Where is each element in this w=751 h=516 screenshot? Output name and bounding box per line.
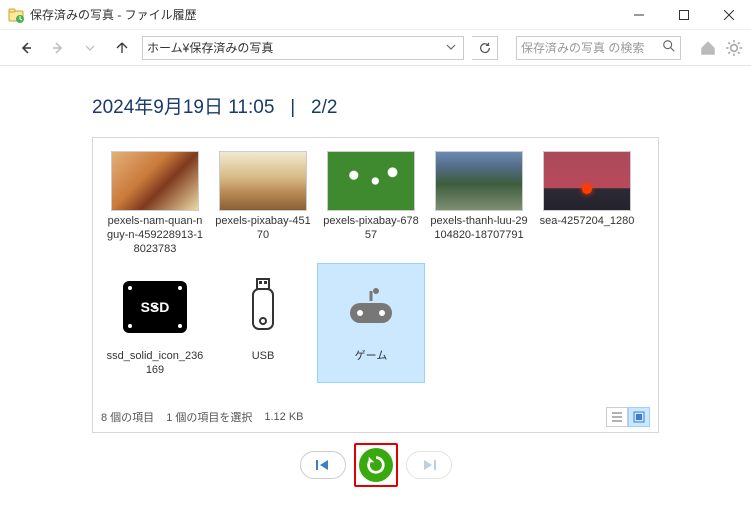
file-item[interactable]: pexels-pixabay-67857 — [317, 146, 425, 261]
search-box[interactable]: 保存済みの写真 の検索 — [516, 36, 681, 60]
minimize-button[interactable] — [616, 0, 661, 30]
back-button[interactable] — [14, 36, 38, 60]
image-thumbnail — [327, 151, 415, 211]
home-icon[interactable] — [699, 39, 717, 57]
address-dropdown-icon[interactable] — [443, 41, 459, 55]
search-icon — [662, 39, 676, 56]
file-label: pexels-thanh-luu-29104820-18707791 — [429, 215, 529, 243]
next-version-button[interactable] — [406, 451, 452, 479]
navigation-bar: ホーム¥保存済みの写真 保存済みの写真 の検索 — [0, 30, 751, 66]
version-page: 2/2 — [311, 97, 337, 118]
version-datetime: 2024年9月19日 11:05 — [92, 97, 274, 118]
app-icon — [8, 7, 24, 23]
file-item[interactable]: ゲーム — [317, 263, 425, 383]
file-item[interactable]: pexels-nam-quan-nguy-n-459228913-1802378… — [101, 146, 209, 261]
up-button[interactable] — [110, 36, 134, 60]
file-item[interactable]: USB — [209, 263, 317, 383]
file-label: sea-4257204_1280 — [540, 215, 635, 229]
usb-icon — [219, 268, 307, 346]
version-controls — [92, 443, 659, 487]
restore-highlight — [354, 443, 398, 487]
address-text: ホーム¥保存済みの写真 — [147, 39, 273, 56]
file-label: ssd_solid_icon_236169 — [105, 350, 205, 378]
file-label: USB — [252, 350, 275, 364]
gear-icon[interactable] — [725, 39, 743, 57]
file-grid: pexels-nam-quan-nguy-n-459228913-1802378… — [101, 146, 650, 383]
recent-dropdown[interactable] — [78, 36, 102, 60]
image-thumbnail — [435, 151, 523, 211]
maximize-button[interactable] — [661, 0, 706, 30]
previous-version-button[interactable] — [300, 451, 346, 479]
close-button[interactable] — [706, 0, 751, 30]
window-controls — [616, 0, 751, 30]
status-count: 8 個の項目 — [101, 409, 154, 425]
file-item[interactable]: pexels-pixabay-45170 — [209, 146, 317, 261]
restore-button[interactable] — [359, 448, 393, 482]
details-view-button[interactable] — [606, 407, 628, 427]
thumbnails-view-button[interactable] — [628, 407, 650, 427]
image-thumbnail — [219, 151, 307, 211]
heading-separator: | — [290, 97, 295, 118]
status-bar: 8 個の項目 1 個の項目を選択 1.12 KB — [101, 406, 650, 428]
title-bar: 保存済みの写真 - ファイル履歴 — [0, 0, 751, 30]
version-heading: 2024年9月19日 11:05 | 2/2 — [92, 92, 659, 119]
file-panel: pexels-nam-quan-nguy-n-459228913-1802378… — [92, 137, 659, 433]
game-icon — [327, 268, 415, 346]
file-item[interactable]: sea-4257204_1280 — [533, 146, 641, 261]
image-thumbnail — [543, 151, 631, 211]
refresh-button[interactable] — [472, 36, 498, 60]
file-label: ゲーム — [355, 350, 388, 364]
file-label: pexels-pixabay-67857 — [321, 215, 421, 243]
search-placeholder: 保存済みの写真 の検索 — [521, 39, 644, 56]
status-selection: 1 個の項目を選択 — [166, 409, 252, 425]
status-size: 1.12 KB — [264, 411, 303, 423]
ssd-icon: SSD — [111, 268, 199, 346]
forward-button[interactable] — [46, 36, 70, 60]
file-label: pexels-nam-quan-nguy-n-459228913-1802378… — [105, 215, 205, 256]
window-title: 保存済みの写真 - ファイル履歴 — [30, 6, 197, 23]
file-item[interactable]: SSD ssd_solid_icon_236169 — [101, 263, 209, 383]
file-item[interactable]: pexels-thanh-luu-29104820-18707791 — [425, 146, 533, 261]
file-label: pexels-pixabay-45170 — [213, 215, 313, 243]
address-bar[interactable]: ホーム¥保存済みの写真 — [142, 36, 464, 60]
content-area: 2024年9月19日 11:05 | 2/2 pexels-nam-quan-n… — [0, 66, 751, 487]
image-thumbnail — [111, 151, 199, 211]
